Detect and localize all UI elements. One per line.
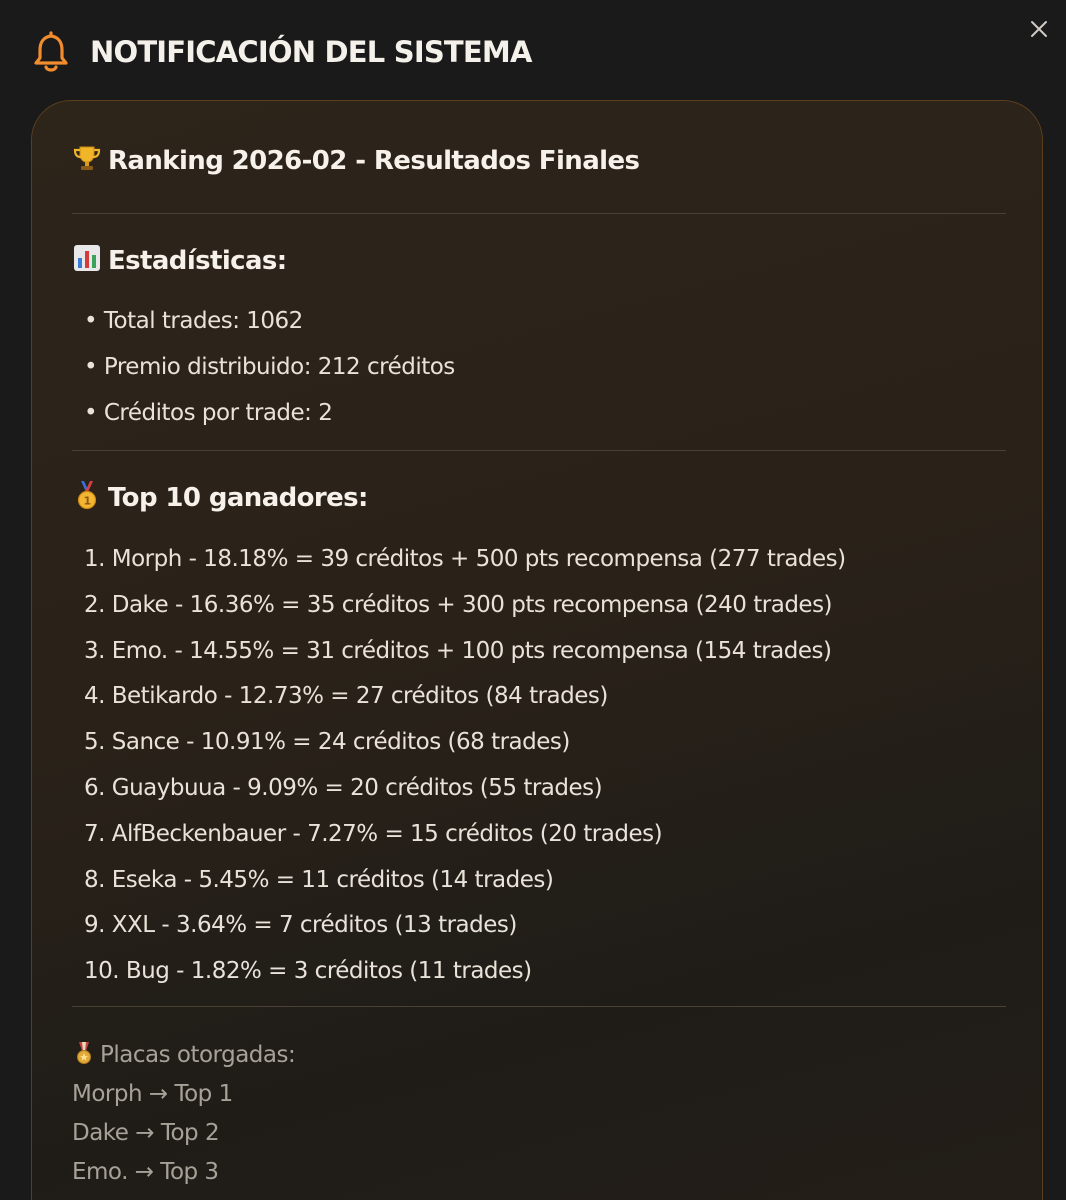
winner-item: 10. Bug - 1.82% = 3 créditos (11 trades) — [84, 958, 532, 985]
winners-list: 1. Morph - 18.18% = 39 créditos + 500 pt… — [84, 537, 846, 995]
awards-section: Placas otorgadas: Morph → Top 1 Dake → T… — [72, 1036, 296, 1192]
winner-item: 1. Morph - 18.18% = 39 créditos + 500 pt… — [84, 546, 846, 572]
close-button[interactable] — [1024, 14, 1054, 44]
bar-chart-icon — [74, 245, 100, 271]
divider — [72, 450, 1006, 451]
modal-title: NOTIFICACIÓN DEL SISTEMA — [90, 35, 532, 69]
message-title-text: Ranking 2026-02 - Resultados Finales — [108, 146, 640, 176]
message-card: Ranking 2026-02 - Resultados Finales Est… — [31, 100, 1043, 1200]
awards-heading: Placas otorgadas: — [72, 1036, 296, 1075]
divider — [72, 213, 1006, 214]
stats-item: • Créditos por trade: 2 — [84, 399, 333, 426]
stats-list: • Total trades: 1062 • Premio distribuid… — [84, 299, 455, 436]
svg-text:1: 1 — [83, 495, 90, 508]
close-icon — [1031, 21, 1047, 37]
stats-item: • Total trades: 1062 — [84, 308, 303, 334]
modal-header: NOTIFICACIÓN DEL SISTEMA — [32, 30, 532, 74]
winner-item: 5. Sance - 10.91% = 24 créditos (68 trad… — [84, 729, 570, 756]
bell-icon — [34, 31, 68, 72]
winners-heading: 1 Top 10 ganadores: — [72, 480, 368, 513]
stats-heading-text: Estadísticas: — [108, 246, 287, 276]
message-title: Ranking 2026-02 - Resultados Finales — [72, 143, 640, 176]
winner-item: 7. AlfBeckenbauer - 7.27% = 15 créditos … — [84, 820, 663, 847]
winner-item: 8. Eseka - 5.45% = 11 créditos (14 trade… — [84, 866, 554, 893]
winner-item: 3. Emo. - 14.55% = 31 créditos + 100 pts… — [84, 637, 832, 664]
medal-icon: 1 — [77, 481, 97, 510]
notification-modal: NOTIFICACIÓN DEL SISTEMA Ranking 2026-02… — [0, 0, 1066, 1200]
divider — [72, 1006, 1006, 1007]
award-item: Emo. → Top 3 — [72, 1159, 219, 1185]
trophy-icon — [73, 146, 101, 170]
winner-item: 4. Betikardo - 12.73% = 27 créditos (84 … — [84, 683, 608, 710]
awards-heading-text: Placas otorgadas: — [100, 1042, 296, 1068]
military-medal-icon — [77, 1042, 91, 1064]
winner-item: 6. Guaybuua - 9.09% = 20 créditos (55 tr… — [84, 774, 603, 801]
award-item: Dake → Top 2 — [72, 1120, 220, 1146]
award-item: Morph → Top 1 — [72, 1081, 233, 1107]
winner-item: 9. XXL - 3.64% = 7 créditos (13 trades) — [84, 912, 517, 939]
stats-item: • Premio distribuido: 212 créditos — [84, 353, 455, 380]
stats-heading: Estadísticas: — [72, 243, 287, 276]
winner-item: 2. Dake - 16.36% = 35 créditos + 300 pts… — [84, 591, 833, 618]
winners-heading-text: Top 10 ganadores: — [108, 483, 368, 513]
